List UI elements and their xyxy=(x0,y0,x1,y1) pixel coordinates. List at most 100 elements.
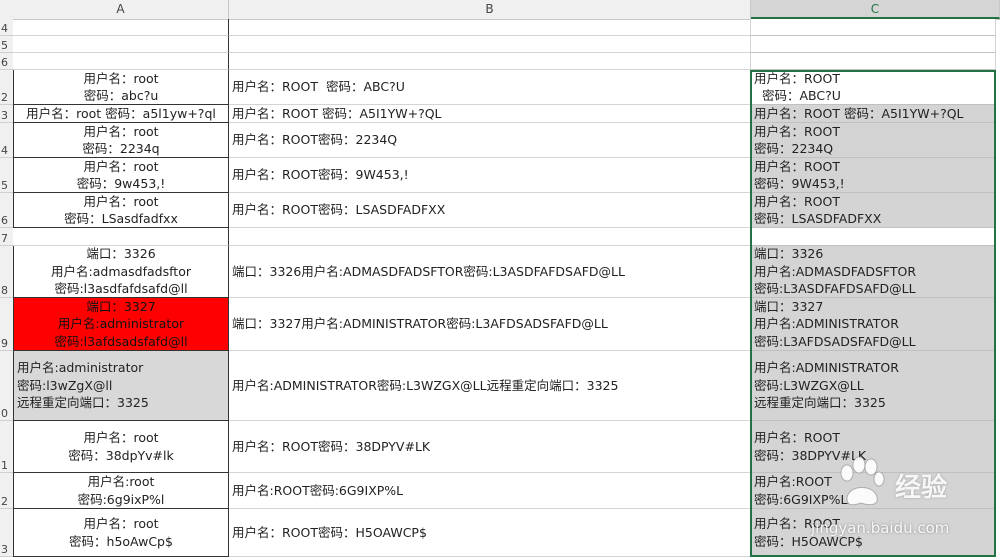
row-header[interactable]: 9 xyxy=(0,298,13,351)
column-header-b[interactable]: B xyxy=(229,0,751,19)
row-number: 1 xyxy=(1,459,8,472)
cell-b[interactable]: 用户名：ROOT密码：38DPYV#LK xyxy=(229,421,751,473)
cell-a-text: 用户名：root 密码：a5l1yw+?ql xyxy=(26,105,216,121)
cell-c-text: 用户名：ROOT 密码：9W453,! xyxy=(754,158,845,192)
row-header[interactable]: 2 xyxy=(0,473,13,509)
row-number: 3 xyxy=(1,543,8,556)
cell-a[interactable] xyxy=(13,228,229,246)
cell-c[interactable] xyxy=(751,19,996,36)
cell-b[interactable]: 用户名:ROOT密码:6G9IXP%L xyxy=(229,473,751,509)
cell-a[interactable]: 用户名：root 密码：38dpYv#lk xyxy=(13,421,229,473)
row-header[interactable]: 3 xyxy=(0,105,13,123)
row-header[interactable]: 6 xyxy=(0,193,13,228)
cell-a[interactable]: 用户名：root 密码：2234q xyxy=(13,123,229,158)
row-number: 4 xyxy=(1,22,8,35)
row-header[interactable]: 3 xyxy=(0,509,13,557)
cell-c[interactable]: 用户名：ROOT 密码：9W453,! xyxy=(751,158,996,193)
cell-c-text: 端口：3327 用户名:ADMINISTRATOR 密码:L3AFDSADSFA… xyxy=(754,298,916,349)
cell-c[interactable]: 用户名：ROOT 密码：H5OAWCP$ xyxy=(751,509,996,557)
cell-b[interactable] xyxy=(229,36,751,53)
row-header[interactable]: 7 xyxy=(0,228,13,246)
cell-b[interactable]: 用户名：ROOT密码：LSASDFADFXX xyxy=(229,193,751,228)
cell-a[interactable]: 用户名：root 密码：LSasdfadfxx xyxy=(13,193,229,228)
row-header[interactable]: 5 xyxy=(0,158,13,193)
cell-a[interactable]: 用户名：root 密码：h5oAwCp$ xyxy=(13,509,229,557)
cell-c[interactable]: 端口：3327 用户名:ADMINISTRATOR 密码:L3AFDSADSFA… xyxy=(751,298,996,351)
cell-c[interactable] xyxy=(751,53,996,70)
cell-c[interactable] xyxy=(751,228,996,246)
cell-c-text: 用户名：ROOT 密码：ABC?U xyxy=(754,70,841,104)
row-header[interactable]: 4 xyxy=(0,123,13,158)
cell-a-text: 用户名：root 密码：38dpYv#lk xyxy=(68,430,174,463)
cell-b[interactable]: 用户名：ROOT 密码：A5I1YW+?QL xyxy=(229,105,751,123)
row-header[interactable]: 5 xyxy=(0,36,13,53)
cell-b[interactable]: 用户名：ROOT密码：H5OAWCP$ xyxy=(229,509,751,557)
row-number: 0 xyxy=(1,407,8,420)
row-number: 7 xyxy=(1,232,8,245)
cell-b[interactable]: 用户名：ROOT密码：2234Q xyxy=(229,123,751,158)
cell-a[interactable]: 用户名：root 密码：a5l1yw+?ql xyxy=(13,105,229,123)
cell-a[interactable]: 用户名：root 密码：9w453,! xyxy=(13,158,229,193)
cell-a[interactable]: 用户名:root 密码:6g9ixP%l xyxy=(13,473,229,509)
cell-b-text: 用户名：ROOT 密码：ABC?U xyxy=(232,79,405,95)
cell-b-text: 端口：3327用户名:ADMINISTRATOR密码:L3AFDSADSFAFD… xyxy=(232,316,608,332)
cell-a-text: 端口：3326 用户名:admasdfadsftor 密码:l3asdfafds… xyxy=(51,246,191,297)
row-header[interactable]: 6 xyxy=(0,53,13,70)
row-number: 3 xyxy=(1,109,8,122)
cell-a-text: 端口：3327 用户名:administrator 密码:l3afdsadsfa… xyxy=(54,298,188,349)
cell-c[interactable] xyxy=(751,36,996,53)
cell-b[interactable]: 用户名：ROOT密码：9W453,! xyxy=(229,158,751,193)
cell-a[interactable]: 用户名：root 密码：abc?u xyxy=(13,70,229,105)
row-number: 4 xyxy=(1,144,8,157)
cell-c-text: 用户名：ROOT 密码：A5I1YW+?QL xyxy=(754,105,964,121)
cell-b[interactable]: 端口：3326用户名:ADMASDFADSFTOR密码:L3ASDFAFDSAF… xyxy=(229,246,751,298)
cell-c[interactable]: 用户名：ROOT 密码：ABC?U xyxy=(751,70,996,105)
row-header[interactable]: 1 xyxy=(0,421,13,473)
cell-a-text: 用户名：root 密码：LSasdfadfxx xyxy=(64,193,178,227)
cell-c-text: 用户名:ROOT 密码:6G9IXP%L xyxy=(754,474,848,507)
cell-b[interactable]: 端口：3327用户名:ADMINISTRATOR密码:L3AFDSADSFAFD… xyxy=(229,298,751,351)
cell-c[interactable]: 用户名：ROOT 密码：38DPYV#LK xyxy=(751,421,996,473)
cell-a-text: 用户名:administrator 密码:l3wZgX@ll 远程重定向端口：3… xyxy=(17,360,149,411)
cell-b[interactable]: 用户名:ADMINISTRATOR密码:L3WZGX@LL远程重定向端口：332… xyxy=(229,351,751,421)
row-header[interactable]: 2 xyxy=(0,70,13,105)
cell-a[interactable] xyxy=(13,53,229,70)
cell-b[interactable]: 用户名：ROOT 密码：ABC?U xyxy=(229,70,751,105)
row-number: 2 xyxy=(1,91,8,104)
cell-b-text: 用户名：ROOT密码：LSASDFADFXX xyxy=(232,202,446,218)
cell-b-text: 用户名：ROOT密码：9W453,! xyxy=(232,167,409,183)
cell-c-text: 用户名：ROOT 密码：LSASDFADFXX xyxy=(754,193,882,227)
cell-a-text: 用户名：root 密码：abc?u xyxy=(83,70,159,104)
cell-a[interactable]: 端口：3326 用户名:admasdfadsftor 密码:l3asdfafds… xyxy=(13,246,229,298)
cell-c[interactable]: 用户名：ROOT 密码：LSASDFADFXX xyxy=(751,193,996,228)
cell-b-text: 用户名：ROOT密码：H5OAWCP$ xyxy=(232,524,427,540)
cell-c[interactable]: 用户名:ADMINISTRATOR 密码:L3WZGX@LL 远程重定向端口：3… xyxy=(751,351,996,421)
cell-b-text: 用户名：ROOT密码：38DPYV#LK xyxy=(232,438,431,454)
cell-b-text: 端口：3326用户名:ADMASDFADSFTOR密码:L3ASDFAFDSAF… xyxy=(232,263,625,279)
cell-c[interactable]: 端口：3326 用户名:ADMASDFADSFTOR 密码:L3ASDFAFDS… xyxy=(751,246,996,298)
cell-c-text: 端口：3326 用户名:ADMASDFADSFTOR 密码:L3ASDFAFDS… xyxy=(754,246,917,297)
row-header[interactable]: 4 xyxy=(0,19,13,36)
cell-b[interactable] xyxy=(229,228,751,246)
cell-c-text: 用户名：ROOT 密码：38DPYV#LK xyxy=(754,430,867,463)
row-number: 6 xyxy=(1,214,8,227)
cell-b-text: 用户名：ROOT 密码：A5I1YW+?QL xyxy=(232,105,442,121)
cell-c-text: 用户名：ROOT 密码：H5OAWCP$ xyxy=(754,516,863,549)
row-number: 6 xyxy=(1,56,8,69)
cell-a[interactable]: 用户名:administrator 密码:l3wZgX@ll 远程重定向端口：3… xyxy=(13,351,229,421)
cell-c-text: 用户名：ROOT 密码：2234Q xyxy=(754,123,840,157)
row-header[interactable]: 0 xyxy=(0,351,13,421)
cell-b-text: 用户名：ROOT密码：2234Q xyxy=(232,132,398,148)
cell-a[interactable] xyxy=(13,36,229,53)
column-header-a[interactable]: A xyxy=(13,0,229,19)
cell-c[interactable]: 用户名：ROOT 密码：2234Q xyxy=(751,123,996,158)
cell-a[interactable] xyxy=(13,19,229,36)
column-header-c[interactable]: C xyxy=(751,0,1000,19)
cell-c[interactable]: 用户名:ROOT 密码:6G9IXP%L xyxy=(751,473,996,509)
row-header[interactable]: 8 xyxy=(0,246,13,298)
cell-b-text: 用户名:ADMINISTRATOR密码:L3WZGX@LL远程重定向端口：332… xyxy=(232,377,619,393)
cell-c[interactable]: 用户名：ROOT 密码：A5I1YW+?QL xyxy=(751,105,996,123)
cell-b[interactable] xyxy=(229,53,751,70)
cell-a[interactable]: 端口：3327 用户名:administrator 密码:l3afdsadsfa… xyxy=(13,298,229,351)
cell-b[interactable] xyxy=(229,19,751,36)
